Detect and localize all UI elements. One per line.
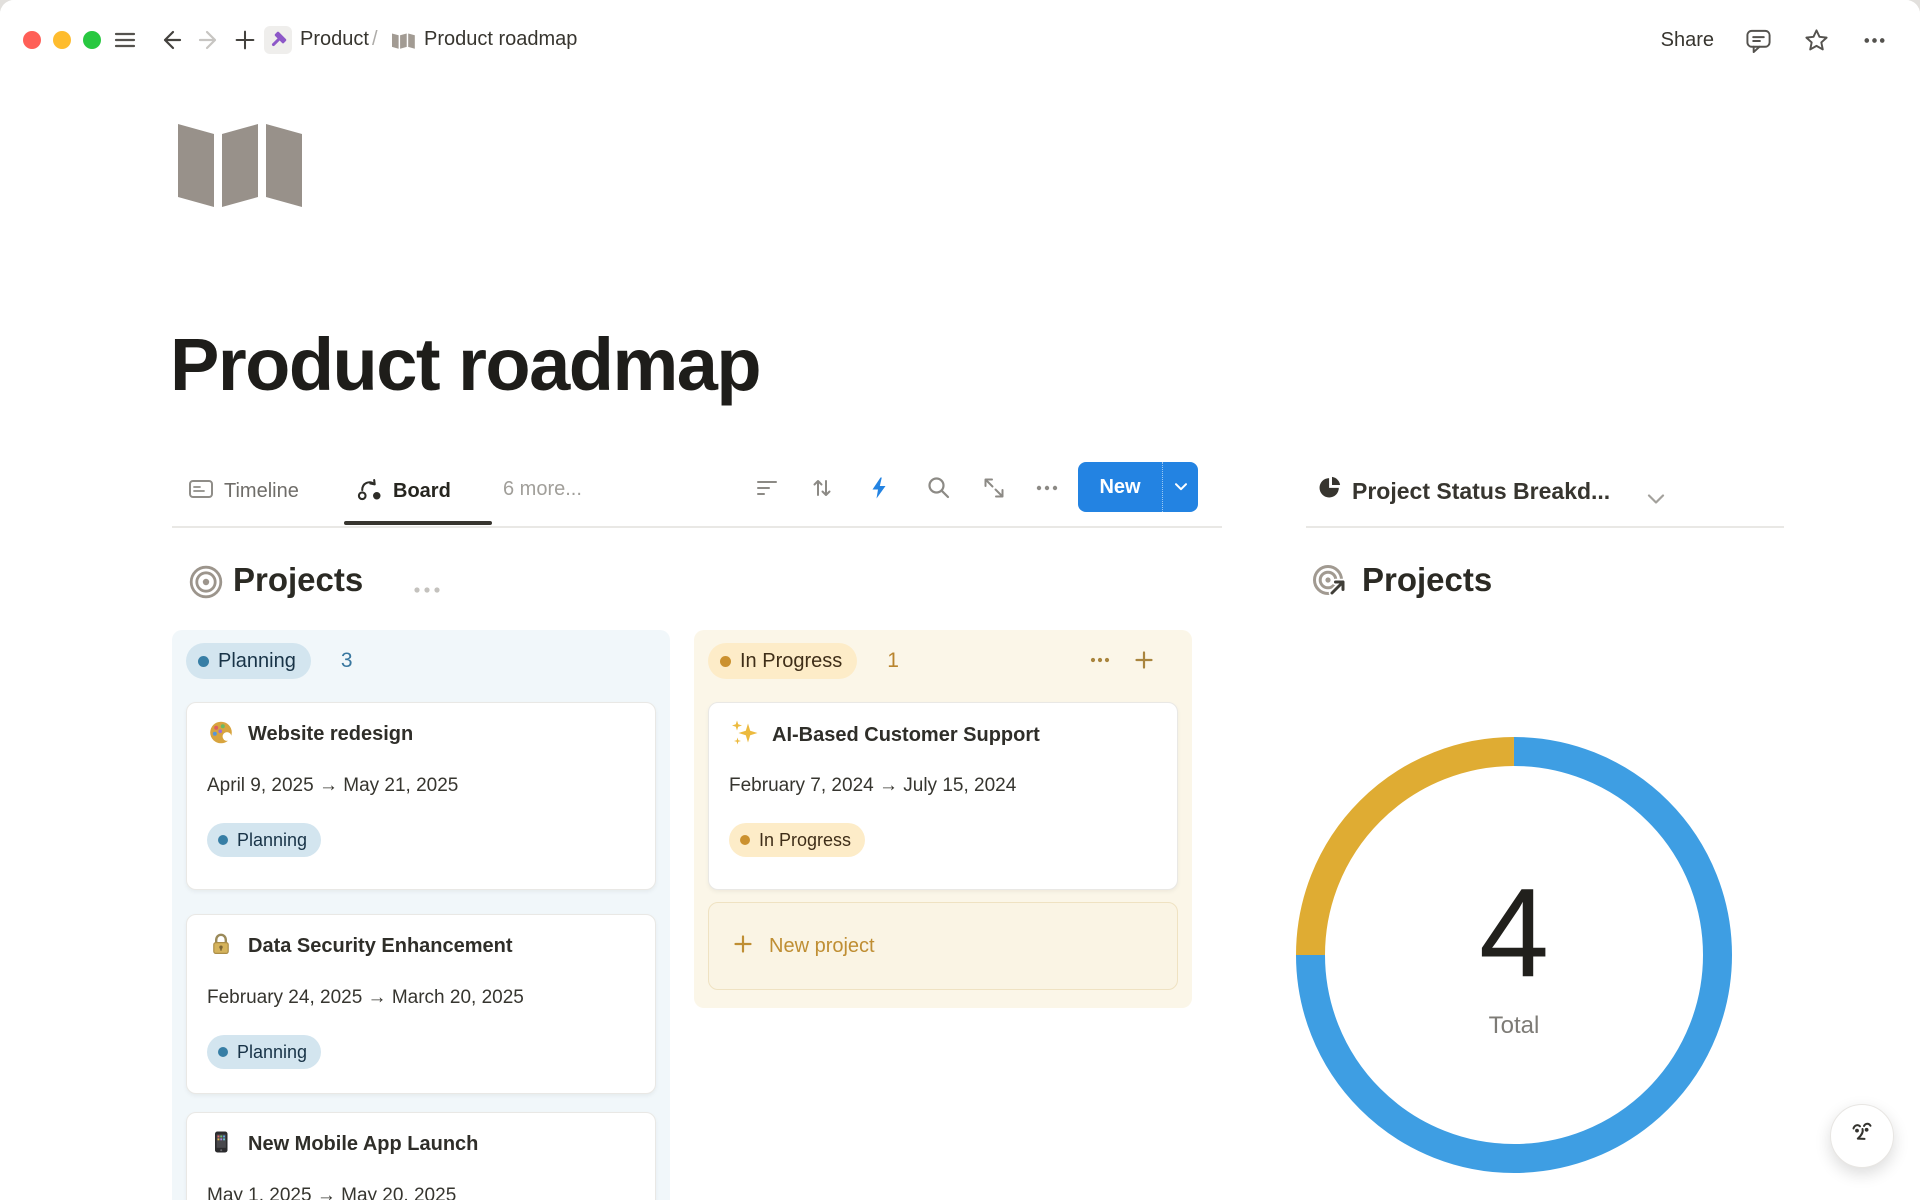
chart-divider bbox=[1306, 526, 1784, 528]
card-title: New Mobile App Launch bbox=[248, 1133, 478, 1156]
board-section-title[interactable]: Projects bbox=[233, 561, 363, 599]
notion-ai-button[interactable] bbox=[1830, 1104, 1894, 1168]
mobile-phone-icon bbox=[207, 1128, 235, 1161]
breadcrumb-map-icon bbox=[392, 31, 415, 54]
column-add-icon[interactable] bbox=[1132, 648, 1156, 677]
tab-timeline-label: Timeline bbox=[224, 480, 299, 503]
sidebar-menu-icon[interactable] bbox=[112, 27, 138, 53]
timeline-icon bbox=[188, 476, 214, 507]
topbar: Product / Product roadmap Share bbox=[0, 0, 1920, 80]
chevron-down-icon[interactable] bbox=[1646, 492, 1666, 511]
breadcrumb-space[interactable]: Product bbox=[300, 28, 369, 51]
project-card[interactable]: Data Security Enhancement February 24, 2… bbox=[186, 914, 656, 1094]
board-icon bbox=[356, 475, 383, 507]
active-tab-underline bbox=[344, 521, 492, 525]
column-header: In Progress 1 bbox=[708, 642, 899, 680]
column-name: In Progress bbox=[740, 650, 842, 673]
status-dot bbox=[720, 656, 731, 667]
share-button[interactable]: Share bbox=[1661, 29, 1714, 52]
teamspace-hammer-icon[interactable] bbox=[264, 26, 292, 54]
pie-chart-icon bbox=[1316, 474, 1343, 506]
donut-segment-in-progress[interactable] bbox=[1311, 752, 1514, 956]
card-dates: February 24, 2025 → March 20, 2025 bbox=[207, 987, 524, 1009]
column-status-pill[interactable]: Planning bbox=[186, 643, 311, 679]
breadcrumb-separator: / bbox=[372, 28, 378, 51]
card-status-tag: Planning bbox=[207, 1035, 321, 1069]
new-project-label: New project bbox=[769, 935, 875, 958]
column-count: 3 bbox=[341, 649, 353, 673]
target-icon bbox=[188, 564, 224, 605]
filter-icon[interactable] bbox=[754, 475, 780, 501]
board-divider bbox=[172, 526, 1222, 528]
tab-board-label: Board bbox=[393, 480, 451, 503]
status-dot bbox=[198, 656, 209, 667]
lightning-icon[interactable] bbox=[866, 475, 892, 501]
search-icon[interactable] bbox=[926, 475, 952, 501]
project-card[interactable]: New Mobile App Launch May 1, 2025 → May … bbox=[186, 1112, 656, 1200]
tab-timeline[interactable]: Timeline bbox=[188, 474, 299, 508]
chart-selector[interactable]: Project Status Breakd... bbox=[1352, 478, 1610, 505]
section-options-icon[interactable] bbox=[412, 582, 442, 600]
column-options-icon[interactable] bbox=[1088, 648, 1112, 677]
tab-board[interactable]: Board bbox=[356, 474, 451, 508]
new-project-button[interactable]: New project bbox=[708, 902, 1178, 990]
card-dates: April 9, 2025 → May 21, 2025 bbox=[207, 775, 458, 797]
comments-icon[interactable] bbox=[1745, 27, 1772, 54]
breadcrumb-page[interactable]: Product roadmap bbox=[424, 28, 577, 51]
card-title: Data Security Enhancement bbox=[248, 935, 513, 958]
card-status-tag: In Progress bbox=[729, 823, 865, 857]
ai-face-icon bbox=[1844, 1116, 1880, 1157]
zoom-window-button[interactable] bbox=[83, 31, 101, 49]
project-card[interactable]: AI-Based Customer Support February 7, 20… bbox=[708, 702, 1178, 890]
more-views-button[interactable]: 6 more... bbox=[503, 478, 582, 501]
sparkles-icon bbox=[729, 718, 759, 753]
favorite-star-icon[interactable] bbox=[1803, 27, 1830, 54]
sort-icon[interactable] bbox=[809, 475, 835, 501]
card-title: Website redesign bbox=[248, 723, 413, 746]
chevron-down-icon bbox=[1175, 483, 1187, 491]
view-options-icon[interactable] bbox=[1034, 475, 1060, 501]
plus-icon bbox=[731, 932, 755, 961]
project-card[interactable]: Website redesign April 9, 2025 → May 21,… bbox=[186, 702, 656, 890]
new-button-label[interactable]: New bbox=[1078, 462, 1162, 512]
chart-section-title[interactable]: Projects bbox=[1362, 561, 1492, 599]
new-tab-plus-icon[interactable] bbox=[232, 27, 258, 53]
new-button[interactable]: New bbox=[1078, 462, 1198, 512]
new-button-dropdown[interactable] bbox=[1162, 462, 1198, 512]
donut-chart-svg bbox=[1296, 737, 1732, 1173]
palette-icon bbox=[207, 718, 235, 751]
column-count: 1 bbox=[887, 649, 899, 673]
card-title: AI-Based Customer Support bbox=[772, 724, 1040, 747]
page-map-icon[interactable] bbox=[178, 112, 303, 207]
back-icon[interactable] bbox=[158, 27, 184, 53]
column-name: Planning bbox=[218, 650, 296, 673]
lock-icon bbox=[207, 930, 235, 963]
expand-icon[interactable] bbox=[981, 475, 1007, 501]
topbar-actions: Share bbox=[1661, 0, 1888, 80]
card-dates: May 1, 2025 → May 20, 2025 bbox=[207, 1185, 456, 1200]
column-header: Planning 3 bbox=[186, 642, 353, 680]
notion-window: Product / Product roadmap Share Product … bbox=[0, 0, 1920, 1200]
forward-icon[interactable] bbox=[196, 27, 222, 53]
page-title[interactable]: Product roadmap bbox=[170, 322, 760, 407]
close-window-button[interactable] bbox=[23, 31, 41, 49]
donut-chart[interactable]: 4 Total bbox=[1296, 737, 1732, 1173]
column-status-pill[interactable]: In Progress bbox=[708, 643, 857, 679]
card-dates: February 7, 2024 → July 15, 2024 bbox=[729, 775, 1016, 797]
more-options-icon[interactable] bbox=[1861, 27, 1888, 54]
minimize-window-button[interactable] bbox=[53, 31, 71, 49]
linked-target-icon bbox=[1312, 564, 1350, 607]
card-status-tag: Planning bbox=[207, 823, 321, 857]
